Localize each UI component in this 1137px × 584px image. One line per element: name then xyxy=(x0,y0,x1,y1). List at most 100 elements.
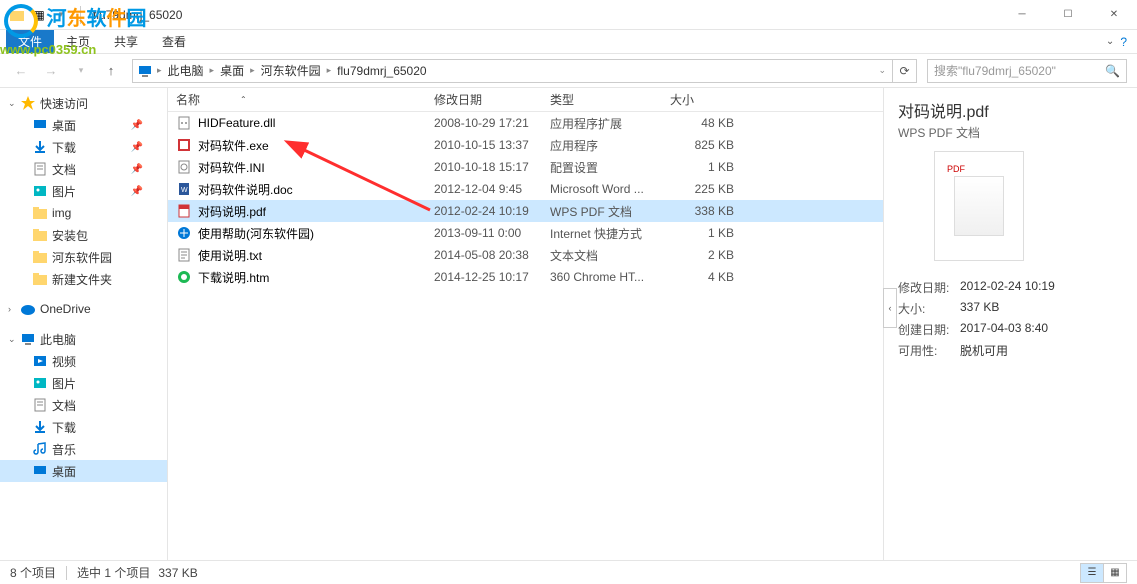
minimize-button[interactable]: ─ xyxy=(999,0,1045,30)
history-dropdown-icon[interactable]: ▾ xyxy=(70,60,92,82)
svg-text:W: W xyxy=(181,187,188,194)
qat-dropdown-icon[interactable]: ▾ xyxy=(52,6,70,24)
folder-icon xyxy=(8,6,26,24)
breadcrumb-item[interactable]: 桌面 xyxy=(216,62,248,79)
column-date[interactable]: 修改日期 xyxy=(426,88,542,111)
status-item-count: 8 个项目 xyxy=(10,564,56,581)
search-placeholder: 搜索"flu79dmrj_65020" xyxy=(934,62,1056,79)
column-type[interactable]: 类型 xyxy=(542,88,662,111)
up-button[interactable]: ↑ xyxy=(100,60,122,82)
tree-item[interactable]: 桌面📌 xyxy=(0,114,167,136)
refresh-button[interactable]: ⟳ xyxy=(893,59,917,83)
file-row[interactable]: 使用帮助(河东软件园) 2013-09-11 0:00 Internet 快捷方… xyxy=(168,222,883,244)
pin-icon: 📌 xyxy=(131,186,143,197)
column-name[interactable]: 名称⌃ xyxy=(168,88,426,111)
status-size: 337 KB xyxy=(158,566,197,580)
tab-share[interactable]: 共享 xyxy=(102,30,150,53)
tree-item[interactable]: 河东软件园 xyxy=(0,246,167,268)
file-list: 名称⌃ 修改日期 类型 大小 HIDFeature.dll 2008-10-29… xyxy=(168,88,883,560)
file-type: 配置设置 xyxy=(542,159,662,176)
file-name: 对码说明.pdf xyxy=(198,203,266,220)
pin-icon: 📌 xyxy=(131,142,143,153)
preview-filetype: WPS PDF 文档 xyxy=(898,124,1123,141)
tree-onedrive[interactable]: › OneDrive xyxy=(0,298,167,320)
pdf-icon: PDF xyxy=(947,164,965,174)
tree-this-pc[interactable]: ⌄ 此电脑 xyxy=(0,328,167,350)
file-row[interactable]: 对码软件.INI 2010-10-18 15:17 配置设置 1 KB xyxy=(168,156,883,178)
addressbar: ← → ▾ ↑ ▸ 此电脑 ▸ 桌面 ▸ 河东软件园 ▸ flu79dmrj_6… xyxy=(0,54,1137,88)
tree-item[interactable]: 桌面 xyxy=(0,460,167,482)
preview-filename: 对码说明.pdf xyxy=(898,98,1123,122)
file-date: 2012-12-04 9:45 xyxy=(426,182,542,196)
file-type: 文本文档 xyxy=(542,247,662,264)
breadcrumb[interactable]: ▸ 此电脑 ▸ 桌面 ▸ 河东软件园 ▸ flu79dmrj_65020 ⌄ xyxy=(132,59,893,83)
tree-item[interactable]: 文档 xyxy=(0,394,167,416)
titlebar: ▦ ▾ flu79dmrj_65020 ─ ☐ ✕ xyxy=(0,0,1137,30)
pc-icon xyxy=(137,63,153,79)
file-name: 对码软件.INI xyxy=(198,159,265,176)
file-size: 825 KB xyxy=(662,138,742,152)
close-button[interactable]: ✕ xyxy=(1091,0,1137,30)
tree-item[interactable]: 下载 xyxy=(0,416,167,438)
file-type: 应用程序 xyxy=(542,137,662,154)
maximize-button[interactable]: ☐ xyxy=(1045,0,1091,30)
file-icon xyxy=(176,137,192,153)
column-size[interactable]: 大小 xyxy=(662,88,742,111)
item-icon xyxy=(32,205,48,221)
tree-item[interactable]: 视频 xyxy=(0,350,167,372)
file-row[interactable]: HIDFeature.dll 2008-10-29 17:21 应用程序扩展 4… xyxy=(168,112,883,134)
file-type: WPS PDF 文档 xyxy=(542,203,662,220)
file-name: 下载说明.htm xyxy=(198,269,269,286)
breadcrumb-item[interactable]: 河东软件园 xyxy=(257,62,325,79)
preview-thumbnail: PDF xyxy=(934,151,1024,261)
file-row[interactable]: 使用说明.txt 2014-05-08 20:38 文本文档 2 KB xyxy=(168,244,883,266)
view-details-button[interactable]: ☰ xyxy=(1080,563,1104,583)
tree-item[interactable]: 下载📌 xyxy=(0,136,167,158)
help-icon[interactable]: ? xyxy=(1120,35,1127,49)
tree-item[interactable]: 图片📌 xyxy=(0,180,167,202)
tree-item[interactable]: 音乐 xyxy=(0,438,167,460)
item-icon xyxy=(32,419,48,435)
file-size: 2 KB xyxy=(662,248,742,262)
tree-item[interactable]: 文档📌 xyxy=(0,158,167,180)
collapse-preview-button[interactable]: ‹ xyxy=(883,288,897,328)
tree-item[interactable]: 安装包 xyxy=(0,224,167,246)
back-button[interactable]: ← xyxy=(10,60,32,82)
file-icon xyxy=(176,159,192,175)
file-row[interactable]: 对码说明.pdf 2012-02-24 10:19 WPS PDF 文档 338… xyxy=(168,200,883,222)
file-date: 2010-10-15 13:37 xyxy=(426,138,542,152)
tree-quick-access[interactable]: ⌄ 快速访问 xyxy=(0,92,167,114)
preview-property: 创建日期:2017-04-03 8:40 xyxy=(898,321,1123,338)
tree-item[interactable]: 图片 xyxy=(0,372,167,394)
file-row[interactable]: 对码软件.exe 2010-10-15 13:37 应用程序 825 KB xyxy=(168,134,883,156)
forward-button[interactable]: → xyxy=(40,60,62,82)
search-input[interactable]: 搜索"flu79dmrj_65020" 🔍 xyxy=(927,59,1127,83)
file-row[interactable]: 下载说明.htm 2014-12-25 10:17 360 Chrome HT.… xyxy=(168,266,883,288)
view-icons-button[interactable]: ▦ xyxy=(1103,563,1127,583)
ribbon-expand-icon[interactable]: ⌄ xyxy=(1106,36,1114,47)
sort-indicator-icon: ⌃ xyxy=(240,95,247,104)
preview-pane: ‹ 对码说明.pdf WPS PDF 文档 PDF 修改日期:2012-02-2… xyxy=(883,88,1137,560)
tab-file[interactable]: 文件 xyxy=(6,30,54,53)
item-icon xyxy=(32,463,48,479)
item-icon xyxy=(32,271,48,287)
preview-property: 大小:337 KB xyxy=(898,300,1123,317)
item-icon xyxy=(32,249,48,265)
onedrive-icon xyxy=(20,301,36,317)
tab-view[interactable]: 查看 xyxy=(150,30,198,53)
tree-item[interactable]: img xyxy=(0,202,167,224)
pin-icon: 📌 xyxy=(131,120,143,131)
file-name: 使用帮助(河东软件园) xyxy=(198,225,314,242)
tree-item[interactable]: 新建文件夹 xyxy=(0,268,167,290)
tab-home[interactable]: 主页 xyxy=(54,30,102,53)
properties-icon[interactable]: ▦ xyxy=(30,6,48,24)
item-icon xyxy=(32,161,48,177)
item-icon xyxy=(32,375,48,391)
breadcrumb-item[interactable]: 此电脑 xyxy=(164,62,208,79)
item-icon xyxy=(32,441,48,457)
file-row[interactable]: W对码软件说明.doc 2012-12-04 9:45 Microsoft Wo… xyxy=(168,178,883,200)
column-headers: 名称⌃ 修改日期 类型 大小 xyxy=(168,88,883,112)
ribbon: 文件 主页 共享 查看 ⌄ ? xyxy=(0,30,1137,54)
breadcrumb-item[interactable]: flu79dmrj_65020 xyxy=(333,64,430,78)
item-icon xyxy=(32,183,48,199)
